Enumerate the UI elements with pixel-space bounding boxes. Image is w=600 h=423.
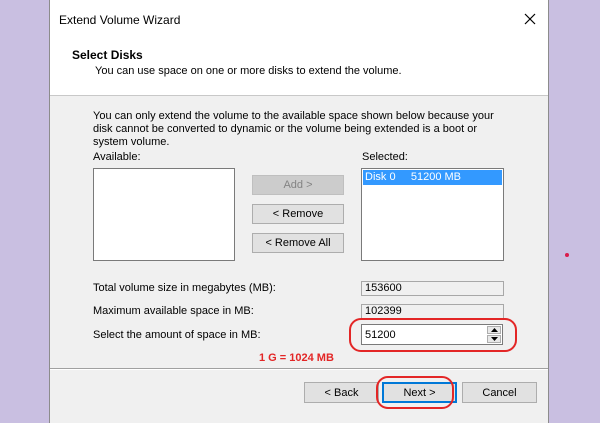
extend-volume-wizard-window: Extend Volume Wizard Select Disks You ca… bbox=[49, 0, 549, 423]
info-text: You can only extend the volume to the av… bbox=[93, 110, 494, 148]
available-label: Available: bbox=[93, 151, 141, 163]
close-button[interactable] bbox=[512, 4, 548, 34]
spin-down-icon bbox=[490, 337, 498, 341]
stray-dot bbox=[565, 253, 569, 257]
title-bar: Extend Volume Wizard bbox=[50, 0, 548, 40]
disk-size: 51200 MB bbox=[410, 171, 461, 183]
remove-all-button[interactable]: < Remove All bbox=[252, 233, 344, 253]
total-size-value: 153600 bbox=[361, 281, 504, 296]
spin-up-icon bbox=[490, 328, 498, 332]
next-button[interactable]: Next > bbox=[382, 382, 457, 403]
back-button[interactable]: < Back bbox=[304, 382, 379, 403]
available-disks-list[interactable] bbox=[93, 168, 235, 261]
page-subtitle: You can use space on one or more disks t… bbox=[95, 65, 402, 77]
amount-label: Select the amount of space in MB: bbox=[93, 329, 261, 341]
window-title: Extend Volume Wizard bbox=[59, 13, 181, 27]
spin-down-button[interactable] bbox=[487, 335, 501, 343]
remove-button[interactable]: < Remove bbox=[252, 204, 344, 224]
wizard-header: Select Disks You can use space on one or… bbox=[50, 40, 548, 96]
max-space-value: 102399 bbox=[361, 304, 504, 319]
close-icon bbox=[524, 13, 536, 25]
amount-input[interactable] bbox=[363, 326, 485, 343]
amount-spinbox bbox=[361, 324, 503, 345]
selected-label: Selected: bbox=[362, 151, 408, 163]
cancel-button[interactable]: Cancel bbox=[462, 382, 537, 403]
footer-separator bbox=[50, 368, 548, 370]
total-size-label: Total volume size in megabytes (MB): bbox=[93, 282, 276, 294]
max-space-label: Maximum available space in MB: bbox=[93, 305, 254, 317]
selected-disks-list[interactable]: Disk 0 51200 MB bbox=[361, 168, 504, 261]
annotation-text: 1 G = 1024 MB bbox=[259, 352, 334, 364]
selected-disk-item[interactable]: Disk 0 51200 MB bbox=[363, 170, 502, 185]
disk-name: Disk 0 bbox=[365, 171, 396, 183]
add-button[interactable]: Add > bbox=[252, 175, 344, 195]
spin-up-button[interactable] bbox=[487, 326, 501, 334]
page-title: Select Disks bbox=[72, 48, 143, 62]
